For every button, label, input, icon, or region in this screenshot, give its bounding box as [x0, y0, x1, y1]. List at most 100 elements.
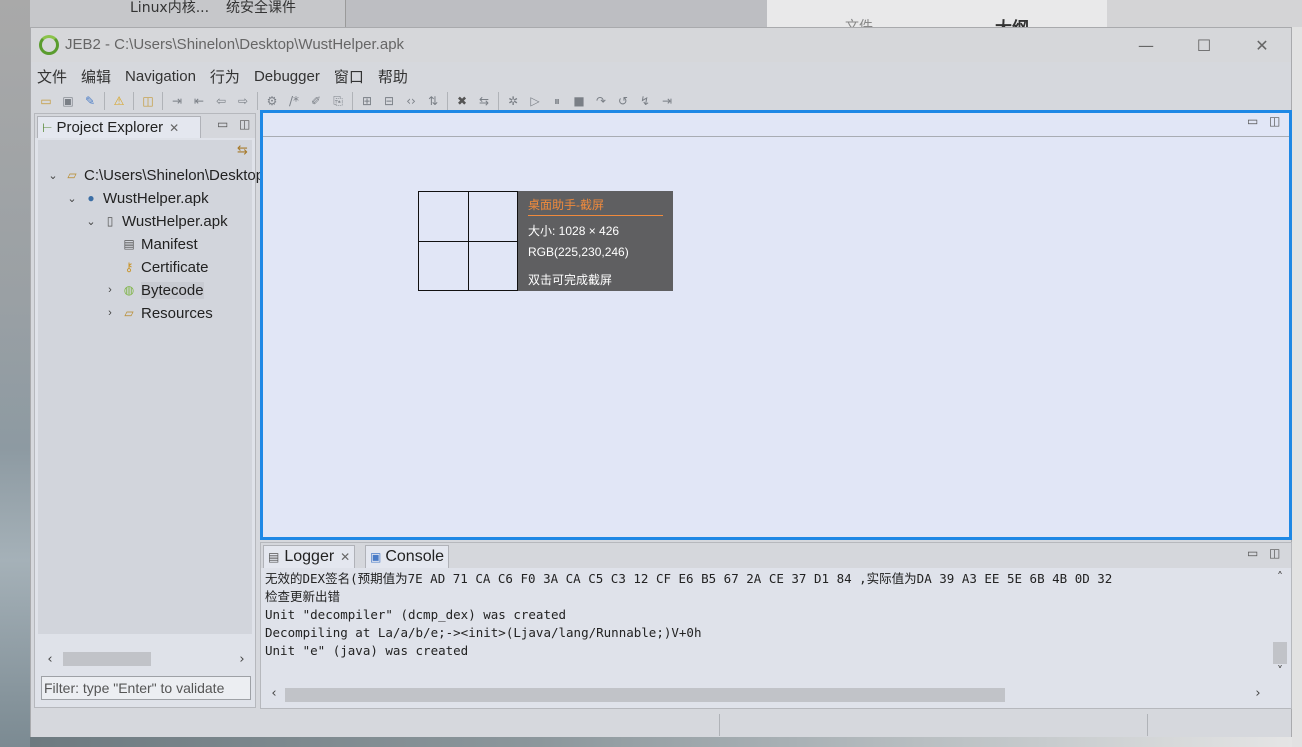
- forward-icon[interactable]: ⇨: [232, 91, 254, 111]
- step-into-icon[interactable]: ⇥: [166, 91, 188, 111]
- key-icon: ⚷: [124, 260, 134, 274]
- debug-icon[interactable]: ✲: [502, 91, 524, 111]
- tooltip-size: 大小: 1028 × 426: [528, 224, 620, 238]
- explorer-horizontal-scrollbar[interactable]: ‹ ›: [41, 650, 251, 668]
- rename-icon[interactable]: ⚙: [261, 91, 283, 111]
- scroll-right-icon[interactable]: ›: [233, 652, 251, 667]
- scroll-down-icon[interactable]: ˅: [1271, 664, 1289, 678]
- grid-icon[interactable]: ⊞: [356, 91, 378, 111]
- sort-icon[interactable]: ⇅: [422, 91, 444, 111]
- tree-item-resources[interactable]: › ▱ Resources: [103, 302, 213, 324]
- save-icon[interactable]: ▣: [57, 91, 79, 111]
- window-title: JEB2 - C:\Users\Shinelon\Desktop\WustHel…: [65, 36, 405, 53]
- wrench-icon[interactable]: ✎: [79, 91, 101, 111]
- chevron-right-icon[interactable]: ›: [103, 284, 117, 296]
- pause-icon[interactable]: ⏸: [546, 91, 568, 111]
- tooltip-action-hint: 双击可完成截屏: [528, 273, 613, 287]
- title-bar[interactable]: JEB2 - C:\Users\Shinelon\Desktop\WustHel…: [31, 28, 1291, 62]
- detach-icon[interactable]: ⇥: [656, 91, 678, 111]
- minimize-editor-icon[interactable]: ▭: [1247, 114, 1258, 128]
- convert-icon[interactable]: ⇆: [473, 91, 495, 111]
- tab-logger[interactable]: ▤ Logger ✕: [263, 545, 356, 568]
- chevron-right-icon[interactable]: ›: [103, 307, 117, 319]
- minimize-panel-icon[interactable]: ▭: [1247, 546, 1258, 560]
- maximize-panel-icon[interactable]: ◫: [239, 117, 250, 131]
- artifact-dot-icon: ●: [87, 191, 95, 205]
- close-tab-icon[interactable]: ✕: [340, 550, 350, 564]
- log-vertical-scrollbar[interactable]: ˄ ˅: [1271, 570, 1289, 682]
- log-line: 无效的DEX签名(预期值为7E AD 71 CA C6 F0 3A CA C5 …: [265, 571, 1113, 586]
- maximize-button[interactable]: ☐: [1175, 28, 1233, 62]
- step-out-icon[interactable]: ⇤: [188, 91, 210, 111]
- maximize-editor-icon[interactable]: ◫: [1269, 114, 1280, 128]
- run-to-icon[interactable]: ↯: [634, 91, 656, 111]
- scroll-left-icon[interactable]: ‹: [41, 652, 59, 667]
- menu-help[interactable]: 帮助: [378, 66, 408, 87]
- project-explorer-panel: ⊢ Project Explorer ✕ ▭ ◫ ⇆ ⌄ ▱ C:\Users\…: [34, 113, 264, 708]
- tree-item-folder[interactable]: ⌄ ▱ C:\Users\Shinelon\Desktop: [46, 164, 264, 186]
- editor-area[interactable]: ▭ ◫ 桌面助手-截屏 大小: 1028 × 426 RGB(225,230,2…: [260, 110, 1292, 540]
- minimize-panel-icon[interactable]: ▭: [217, 117, 228, 131]
- chevron-down-icon[interactable]: ⌄: [65, 192, 79, 205]
- chevron-down-icon[interactable]: ⌄: [84, 215, 98, 228]
- menu-file[interactable]: 文件: [37, 66, 67, 87]
- grid-alt-icon[interactable]: ⊟: [378, 91, 400, 111]
- minimize-button[interactable]: —: [1117, 28, 1175, 62]
- filter-input[interactable]: Filter: type "Enter" to validate: [41, 676, 251, 700]
- tree-item-artifact[interactable]: ⌄ ● WustHelper.apk: [65, 187, 208, 209]
- menu-debugger[interactable]: Debugger: [254, 68, 320, 85]
- manifest-file-icon: ▤: [123, 237, 135, 251]
- edit-icon[interactable]: ✐: [305, 91, 327, 111]
- menu-navigation[interactable]: Navigation: [125, 68, 196, 85]
- tab-console[interactable]: ▣ Console: [365, 545, 450, 568]
- decompile-icon[interactable]: ⎘: [327, 91, 349, 111]
- logger-panel: ▤ Logger ✕ ▣ Console ▭ ◫ 无效的DEX签名(预期值为7E…: [260, 542, 1292, 709]
- open-folder-icon[interactable]: ▭: [35, 91, 57, 111]
- scroll-right-icon[interactable]: ›: [1249, 686, 1267, 701]
- desktop-right-edge: [1292, 27, 1302, 747]
- menu-action[interactable]: 行为: [210, 66, 240, 87]
- comment-icon[interactable]: /*: [283, 91, 305, 111]
- tooltip-title: 桌面助手-截屏: [528, 196, 663, 216]
- scroll-thumb[interactable]: [285, 688, 1005, 702]
- tree-item-certificate[interactable]: ⚷ Certificate: [103, 256, 209, 278]
- log-line: Unit "decompiler" (dcmp_dex) was created: [265, 607, 567, 622]
- scroll-up-icon[interactable]: ˄: [1271, 570, 1289, 584]
- new-file-icon[interactable]: ◫: [137, 91, 159, 111]
- tree-view-icon: ⊢: [42, 120, 53, 135]
- status-bar: [31, 711, 1291, 737]
- menu-bar: 文件 编辑 Navigation 行为 Debugger 窗口 帮助: [31, 64, 1291, 88]
- back-icon[interactable]: ⇦: [210, 91, 232, 111]
- desktop-text: Linux内核...: [130, 0, 210, 16]
- tree-item-apk[interactable]: ⌄ ▯ WustHelper.apk: [84, 210, 227, 232]
- chevron-down-icon[interactable]: ⌄: [46, 169, 60, 182]
- tree-item-bytecode[interactable]: › ◍ Bytecode: [103, 279, 204, 301]
- delete-icon[interactable]: ✖: [451, 91, 473, 111]
- link-editor-icon[interactable]: ⇆: [237, 143, 248, 158]
- scroll-thumb[interactable]: [63, 652, 151, 666]
- scroll-left-icon[interactable]: ‹: [265, 686, 283, 701]
- resume-icon[interactable]: ▷: [524, 91, 546, 111]
- maximize-panel-icon[interactable]: ◫: [1269, 546, 1280, 560]
- close-button[interactable]: ✕: [1233, 28, 1291, 62]
- tab-project-explorer[interactable]: ⊢ Project Explorer ✕: [37, 116, 201, 138]
- editor-tab-strip: ▭ ◫: [263, 113, 1289, 137]
- tree-item-manifest[interactable]: ▤ Manifest: [103, 233, 197, 255]
- menu-window[interactable]: 窗口: [334, 66, 364, 87]
- code-icon[interactable]: ‹›: [400, 91, 422, 111]
- close-tab-icon[interactable]: ✕: [169, 121, 179, 135]
- apk-file-icon: ▯: [106, 214, 114, 228]
- log-line: 检查更新出错: [265, 589, 341, 604]
- project-explorer-title: Project Explorer: [56, 119, 164, 136]
- warning-icon[interactable]: ⚠: [108, 91, 130, 111]
- desktop-window-behind-right: [767, 0, 1107, 27]
- step-return-icon[interactable]: ↺: [612, 91, 634, 111]
- step-over-icon[interactable]: ↷: [590, 91, 612, 111]
- desktop-window-behind: [345, 0, 767, 27]
- scroll-thumb[interactable]: [1273, 642, 1287, 664]
- log-output[interactable]: 无效的DEX签名(预期值为7E AD 71 CA C6 F0 3A CA C5 …: [265, 570, 1269, 682]
- log-line: Unit "e" (java) was created: [265, 643, 469, 658]
- stop-icon[interactable]: ■: [568, 91, 590, 111]
- menu-edit[interactable]: 编辑: [81, 66, 111, 87]
- log-horizontal-scrollbar[interactable]: ‹ ›: [265, 686, 1269, 704]
